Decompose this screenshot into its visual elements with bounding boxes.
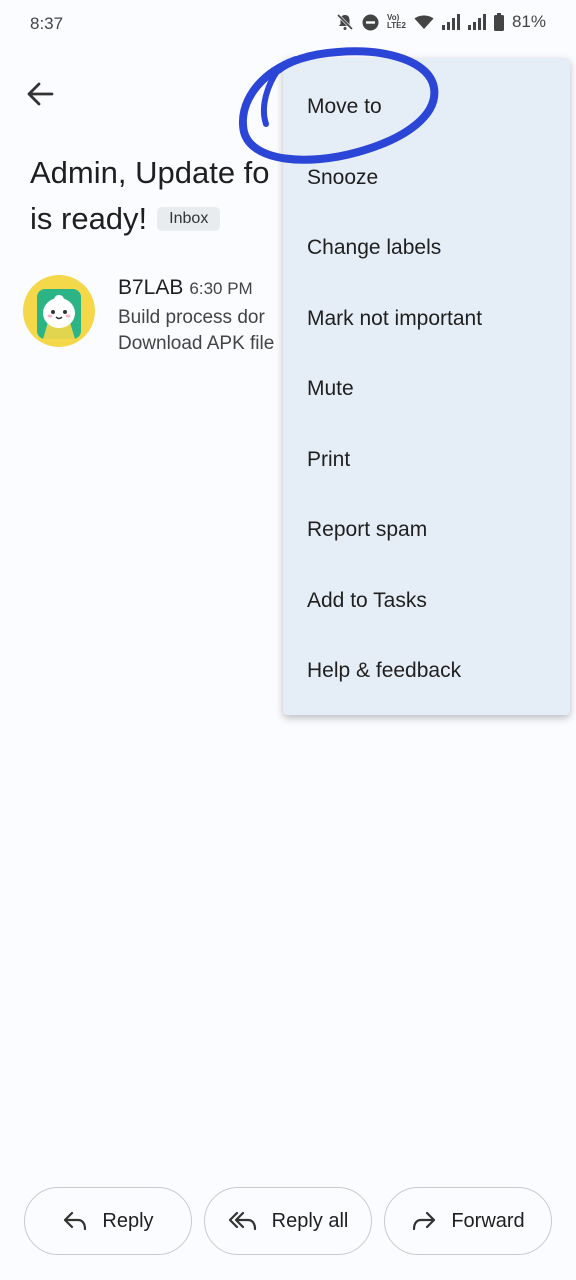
menu-item-add-to-tasks[interactable]: Add to Tasks (307, 589, 427, 613)
email-subject-line2: is ready! Inbox (30, 196, 221, 242)
status-bar: 8:37 Vo) LTE2 81% (0, 0, 576, 48)
arrow-back-icon (27, 82, 54, 106)
reply-all-button[interactable]: Reply all (204, 1187, 372, 1255)
volte-icon: Vo) LTE2 (387, 13, 406, 30)
email-time: 6:30 PM (189, 279, 253, 298)
menu-item-move-to[interactable]: Move to (307, 95, 382, 119)
signal-icon-2 (467, 14, 486, 30)
menu-item-report-spam[interactable]: Report spam (307, 518, 427, 542)
email-subject: Admin, Update fo (30, 155, 270, 190)
preview-line-1: Build process dor (118, 307, 265, 328)
menu-item-snooze[interactable]: Snooze (307, 166, 378, 190)
menu-item-help-feedback[interactable]: Help & feedback (307, 659, 461, 683)
reply-all-icon (228, 1211, 256, 1231)
signal-icon-1 (441, 14, 460, 30)
forward-icon (413, 1211, 436, 1231)
email-subject-cont: is ready! (30, 201, 148, 236)
overflow-menu: Move to Snooze Change labels Mark not im… (283, 58, 570, 715)
reply-icon (64, 1211, 87, 1231)
sender-avatar[interactable] (23, 275, 95, 347)
forward-label: Forward (451, 1209, 525, 1232)
inbox-label-chip[interactable]: Inbox (157, 207, 221, 231)
do-not-disturb-icon (362, 14, 379, 31)
reply-all-label: Reply all (271, 1209, 349, 1232)
menu-item-change-labels[interactable]: Change labels (307, 236, 441, 260)
reply-button[interactable]: Reply (24, 1187, 192, 1255)
sender-name: B7LAB (118, 276, 184, 299)
battery-percent: 81% (511, 12, 546, 31)
menu-item-mute[interactable]: Mute (307, 377, 354, 401)
forward-button[interactable]: Forward (384, 1187, 552, 1255)
back-button[interactable] (22, 76, 58, 112)
reply-label: Reply (102, 1209, 154, 1232)
battery-icon (493, 13, 504, 31)
status-icons: Vo) LTE2 81% (336, 12, 546, 32)
wifi-icon (414, 14, 434, 30)
status-time: 8:37 (30, 14, 64, 33)
notifications-off-icon (336, 13, 354, 31)
menu-item-mark-not-important[interactable]: Mark not important (307, 307, 482, 331)
preview-line-2: Download APK file (118, 333, 275, 354)
menu-item-print[interactable]: Print (307, 448, 350, 472)
sender-line[interactable]: B7LAB 6:30 PM (118, 276, 253, 300)
